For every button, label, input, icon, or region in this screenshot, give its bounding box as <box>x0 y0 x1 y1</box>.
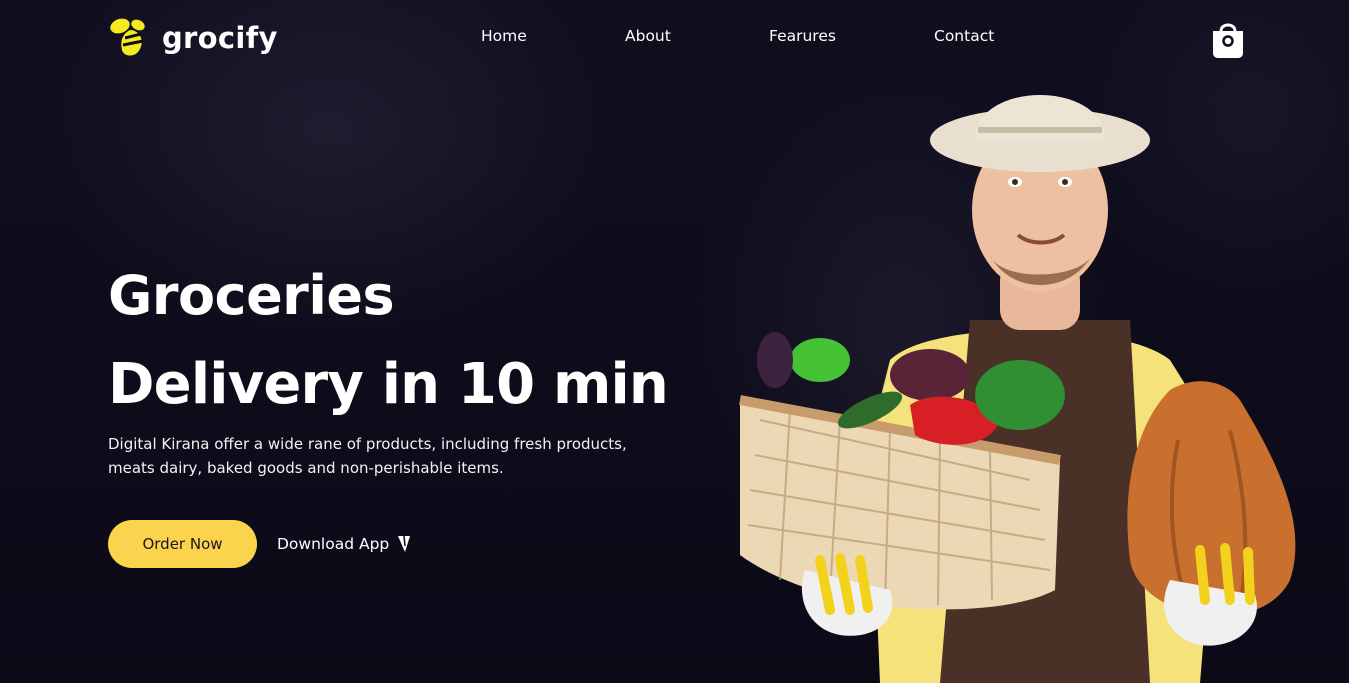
nav-link-home[interactable]: Home <box>481 27 527 45</box>
download-app-label: Download App <box>277 535 390 553</box>
farmer-with-vegetable-basket-image <box>739 95 1296 683</box>
shopping-bag-icon[interactable] <box>1209 19 1247 59</box>
brand-logo[interactable]: grocify <box>108 16 278 60</box>
nav-link-about[interactable]: About <box>625 27 671 45</box>
nav-link-contact[interactable]: Contact <box>934 27 994 45</box>
cursor-arrow-icon <box>398 535 411 552</box>
hero-title-line2: Delivery in 10 min <box>108 352 669 417</box>
order-now-button[interactable]: Order Now <box>108 520 257 568</box>
hero-description: Digital Kirana offer a wide rane of prod… <box>108 435 627 477</box>
bee-icon <box>110 18 145 56</box>
download-app-button[interactable]: Download App <box>277 531 413 557</box>
hero-title-line1: Groceries <box>108 264 395 327</box>
nav-link-features[interactable]: Fearures <box>769 27 836 45</box>
brand-name: grocify <box>162 21 278 55</box>
